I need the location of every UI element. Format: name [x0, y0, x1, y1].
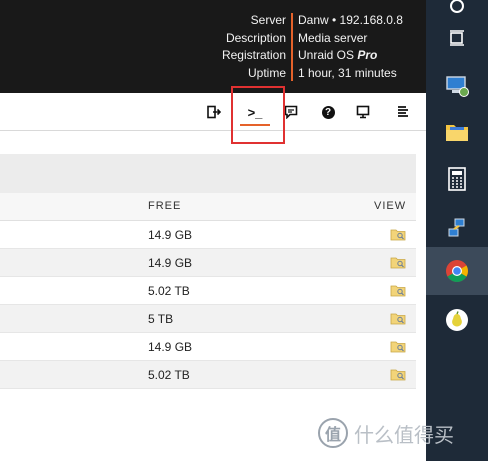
table-row: 14.9 GB [0, 333, 416, 361]
highlight-box [231, 86, 285, 144]
folder-view-icon[interactable] [390, 368, 406, 381]
server-value: Danw • 192.168.0.8 [298, 13, 403, 27]
folder-view-icon[interactable] [390, 228, 406, 241]
chrome-icon [446, 260, 468, 282]
free-value: 14.9 GB [148, 256, 193, 270]
computer-icon [446, 76, 469, 97]
uptime-value: 1 hour, 31 minutes [298, 65, 397, 80]
pear-app-icon [446, 309, 468, 331]
feedback-icon [284, 105, 298, 119]
help-button[interactable]: ? [317, 102, 339, 122]
table-row: 5.02 TB [0, 277, 416, 305]
table-row: 5 TB [0, 305, 416, 333]
uptime-label: Uptime [247, 65, 286, 80]
free-value: 14.9 GB [148, 228, 193, 242]
network-share-icon [448, 218, 465, 237]
watermark: 值 什么值得买 [318, 418, 454, 448]
free-value: 5.02 TB [148, 284, 190, 298]
server-label: Server [250, 13, 286, 27]
info-separator [291, 13, 293, 81]
taskbar-file-explorer[interactable] [426, 108, 488, 156]
log-button[interactable] [392, 102, 414, 122]
taskbar-pear-app[interactable] [426, 296, 488, 344]
folder-view-icon[interactable] [390, 312, 406, 325]
calculator-icon [448, 167, 466, 191]
view-column-header: VIEW [374, 200, 407, 212]
folder-view-icon[interactable] [390, 256, 406, 269]
taskbar-network-share[interactable] [426, 204, 488, 252]
taskbar-chrome[interactable] [426, 247, 488, 295]
table-row: 5.02 TB [0, 361, 416, 389]
window-icon [450, 30, 464, 46]
info-icon [356, 105, 370, 119]
description-value: Media server [298, 30, 368, 45]
registration-prefix: Unraid OS [298, 48, 355, 62]
folder-view-icon[interactable] [390, 340, 406, 353]
server-info-labels: Server Description Registration Uptime [222, 12, 286, 82]
log-icon [398, 106, 408, 117]
table-row: 14.9 GB [0, 221, 416, 249]
free-value: 5 TB [148, 312, 174, 326]
taskbar-computer[interactable] [426, 62, 488, 110]
info-button[interactable] [352, 102, 374, 122]
folder-icon [446, 125, 468, 141]
toolbar: >_ ? [0, 93, 426, 131]
free-column-header: FREE [148, 200, 182, 212]
watermark-logo: 值 [318, 418, 348, 448]
panel-header [0, 154, 416, 193]
table-header: FREE VIEW [0, 193, 416, 221]
free-value: 5.02 TB [148, 368, 190, 382]
logout-button[interactable] [203, 102, 225, 122]
folder-view-icon[interactable] [390, 284, 406, 297]
disk-table: FREE VIEW 14.9 GB 14.9 GB 5.02 TB 5 TB 1… [0, 193, 416, 389]
registration-value[interactable]: Unraid OS Pro [298, 47, 403, 65]
windows-taskbar [426, 0, 488, 461]
server-info-values: Danw • 192.168.0.8 Media server Unraid O… [298, 12, 403, 82]
registration-tier: Pro [357, 48, 378, 62]
table-row: 14.9 GB [0, 249, 416, 277]
registration-label: Registration [221, 48, 286, 62]
logout-icon [207, 105, 221, 119]
taskbar-window[interactable] [426, 14, 488, 62]
description-label: Description [225, 30, 286, 45]
taskbar-calculator[interactable] [426, 155, 488, 203]
free-value: 14.9 GB [148, 340, 193, 354]
help-icon: ? [321, 105, 335, 119]
server-header: Server Description Registration Uptime D… [0, 0, 426, 93]
watermark-text: 什么值得买 [354, 422, 454, 447]
